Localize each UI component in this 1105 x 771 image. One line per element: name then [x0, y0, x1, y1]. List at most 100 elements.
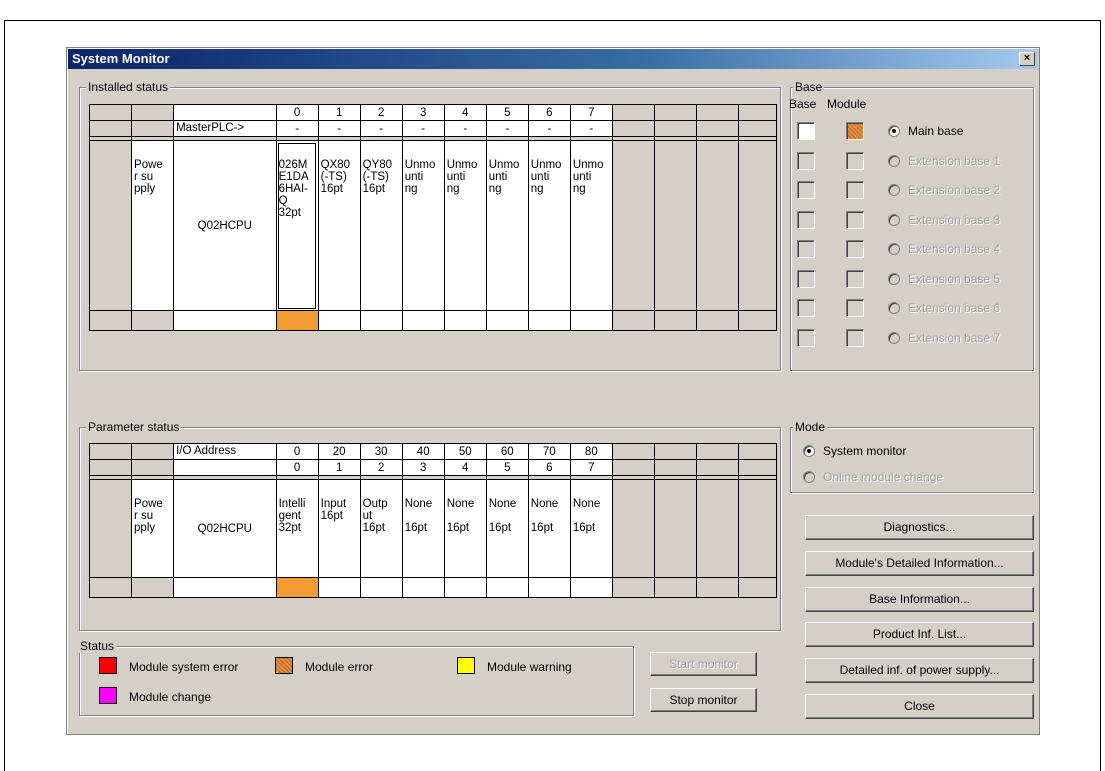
module-detailed-info-button[interactable]: Module's Detailed Information...	[805, 551, 1034, 576]
parameter-status-slot-5[interactable]	[485, 577, 529, 598]
slot-number-row: 01234567	[88, 104, 778, 121]
param-cpu-cell[interactable]: Q02HCPU	[173, 479, 277, 578]
parameter-status-slot-3[interactable]	[401, 577, 445, 598]
empty-slot-cell	[653, 459, 697, 476]
empty-slot-cell	[653, 443, 697, 460]
empty-slot-cell	[611, 120, 655, 137]
base-radio-6[interactable]: Extension base 6	[888, 301, 1000, 315]
base-radio-1[interactable]: Extension base 1	[888, 154, 1000, 168]
parameter-module-slot-6[interactable]: None 16pt	[527, 479, 571, 578]
empty-slot-cell	[737, 443, 778, 460]
installed-status-slot-7[interactable]	[569, 310, 613, 331]
base-radio-4[interactable]: Extension base 4	[888, 242, 1000, 256]
installed-status-slot-2[interactable]	[359, 310, 403, 331]
io-address-6: 70	[527, 443, 571, 460]
parameter-status-slot-1[interactable]	[317, 577, 361, 598]
parameter-module-slot-0[interactable]: Intelli gent 32pt	[275, 479, 319, 578]
installed-status-slot-3[interactable]	[401, 310, 445, 331]
radio-icon	[888, 331, 900, 344]
empty-slot-cell	[611, 140, 655, 311]
parameter-status-slot-4[interactable]	[443, 577, 487, 598]
installed-module-slot-2[interactable]: QY80 (-TS) 16pt	[359, 140, 403, 311]
base-indicator-4	[797, 240, 815, 258]
parameter-module-slot-4[interactable]: None 16pt	[443, 479, 487, 578]
empty-slot-cell	[611, 459, 655, 476]
cpu-cell[interactable]: Q02HCPU	[173, 140, 277, 311]
parameter-module-slot-3[interactable]: None 16pt	[401, 479, 445, 578]
base-indicator-2	[797, 181, 815, 199]
online-module-change-radio[interactable]: Online module change	[803, 470, 943, 484]
master-plc-value-5: -	[485, 120, 529, 137]
title-bar: System Monitor ×	[68, 49, 1038, 69]
parameter-module-slot-5[interactable]: None 16pt	[485, 479, 529, 578]
base-radio-7[interactable]: Extension base 7	[888, 331, 1000, 345]
parameter-module-slot-2[interactable]: Outp ut 16pt	[359, 479, 403, 578]
master-plc-value-4: -	[443, 120, 487, 137]
base-indicator-3	[797, 210, 815, 229]
system-monitor-radio[interactable]: System monitor	[803, 444, 906, 458]
param-slot-number-7: 7	[569, 459, 613, 476]
empty-slot-cell	[737, 577, 778, 598]
io-address-label: I/O Address	[173, 443, 277, 460]
slot-number-0: 0	[275, 104, 319, 121]
empty-slot-cell	[611, 577, 655, 598]
parameter-status-slot-6[interactable]	[527, 577, 571, 598]
diagnostics-button[interactable]: Diagnostics...	[805, 515, 1034, 540]
slot-number-2: 2	[359, 104, 403, 121]
product-inf-list-button[interactable]: Product Inf. List...	[805, 622, 1034, 647]
base-radio-label-7: Extension base 7	[908, 330, 1001, 345]
empty-slot-cell	[737, 459, 778, 476]
installed-status-slot-1[interactable]	[317, 310, 361, 331]
base-radio-label-1: Extension base 1	[908, 153, 1001, 168]
base-radio-2[interactable]: Extension base 2	[888, 183, 1000, 197]
param-slot-number-6: 6	[527, 459, 571, 476]
master-plc-row: MasterPLC-> --------	[88, 120, 778, 137]
empty-slot-cell	[653, 577, 697, 598]
installed-module-slot-0[interactable]: 026M E1DA 6HAI- Q 32pt	[275, 140, 319, 311]
empty-slot-cell	[695, 577, 739, 598]
power-supply-cell[interactable]: Powe r su pply	[131, 140, 175, 311]
close-icon[interactable]: ×	[1019, 52, 1035, 66]
installed-status-slot-6[interactable]	[527, 310, 571, 331]
installed-status-slot-0[interactable]	[275, 310, 319, 331]
installed-module-slot-1[interactable]: QX80 (-TS) 16pt	[317, 140, 361, 311]
io-address-0: 0	[275, 443, 319, 460]
module-column-label: Module	[827, 97, 867, 111]
installed-status-table: 01234567 MasterPLC-> -------- Powe r su …	[88, 104, 778, 331]
stop-monitor-button[interactable]: Stop monitor	[650, 688, 757, 712]
parameter-module-slot-7[interactable]: None 16pt	[569, 479, 613, 578]
module-warning-legend: Module warning	[487, 660, 572, 674]
empty-slot-cell	[611, 310, 655, 331]
installed-status-label: Installed status	[86, 80, 171, 94]
base-radio-5[interactable]: Extension base 5	[888, 272, 1000, 286]
parameter-module-slot-1[interactable]: Input 16pt	[317, 479, 361, 578]
start-monitor-button[interactable]: Start monitor	[650, 652, 757, 676]
installed-module-slot-5[interactable]: Unmo unti ng	[485, 140, 529, 311]
base-radio-0[interactable]: Main base	[888, 124, 963, 138]
installed-module-slot-7[interactable]: Unmo unti ng	[569, 140, 613, 311]
parameter-module-row: Powe r su pply Q02HCPU Intelli gent 32pt…	[88, 479, 778, 578]
power-supply-info-button[interactable]: Detailed inf. of power supply...	[805, 658, 1034, 683]
parameter-status-table: I/O Address 0 20 30 40 50 60 70 80 01234567 Pow…	[88, 443, 778, 598]
module-indicator-6	[846, 299, 864, 317]
installed-module-slot-6[interactable]: Unmo unti ng	[527, 140, 571, 311]
close-button[interactable]: Close	[805, 694, 1034, 719]
master-plc-value-1: -	[317, 120, 361, 137]
parameter-status-slot-7[interactable]	[569, 577, 613, 598]
base-indicator-1	[797, 151, 815, 170]
installed-status-slot-4[interactable]	[443, 310, 487, 331]
base-radio-3[interactable]: Extension base 3	[888, 213, 1000, 227]
param-power-supply-cell[interactable]: Powe r su pply	[131, 479, 175, 578]
parameter-status-slot-0[interactable]	[275, 577, 319, 598]
mode-group-label: Mode	[793, 420, 828, 434]
io-address-2: 30	[359, 443, 403, 460]
empty-slot-cell	[737, 120, 778, 137]
system-error-legend: Module system error	[129, 660, 239, 674]
installed-status-slot-5[interactable]	[485, 310, 529, 331]
base-information-button[interactable]: Base Information...	[805, 587, 1034, 612]
installed-module-slot-4[interactable]: Unmo unti ng	[443, 140, 487, 311]
param-slot-number-4: 4	[443, 459, 487, 476]
module-error-legend: Module error	[305, 660, 374, 674]
installed-module-slot-3[interactable]: Unmo unti ng	[401, 140, 445, 311]
parameter-status-slot-2[interactable]	[359, 577, 403, 598]
